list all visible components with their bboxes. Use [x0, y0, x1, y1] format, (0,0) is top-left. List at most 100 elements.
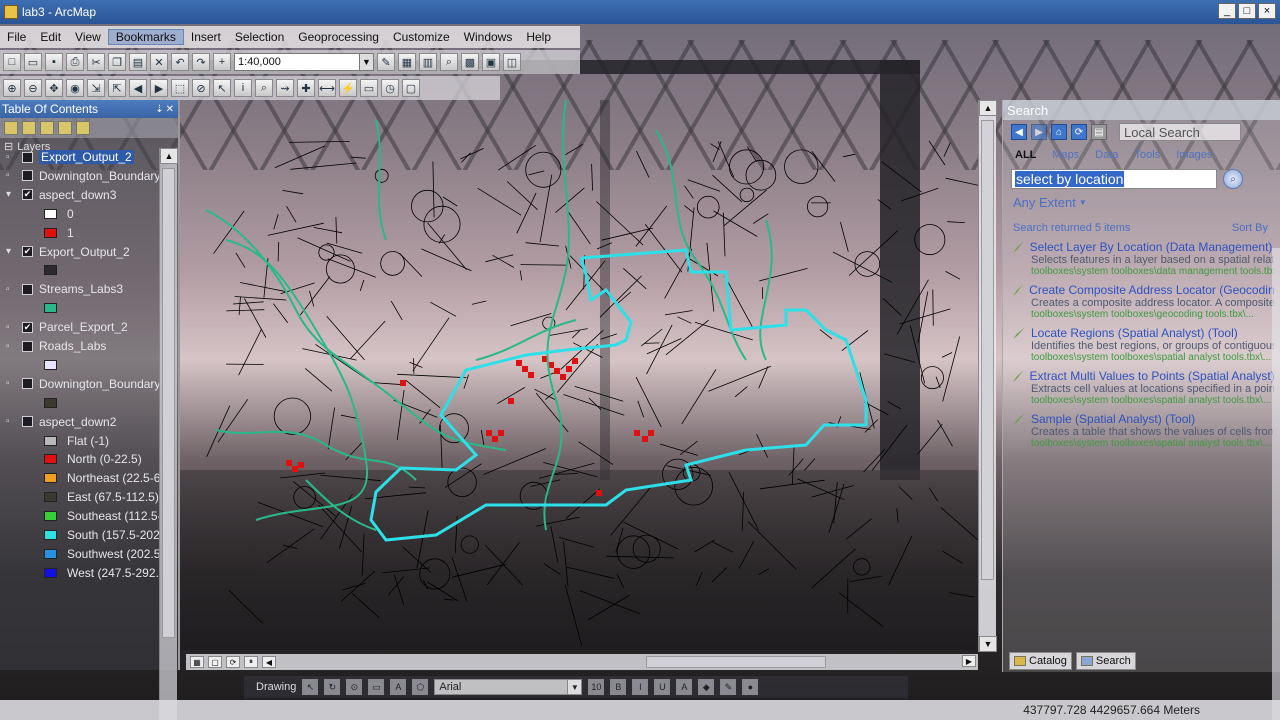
search-results-scrollbar[interactable]	[1272, 248, 1280, 720]
results-count[interactable]: Search returned 5 items	[1013, 222, 1130, 234]
legend-swatch[interactable]	[44, 530, 57, 540]
back-extent-icon[interactable]: ◀	[129, 79, 147, 97]
toc-layer[interactable]: ▫ ✔ Parcel_Export_2	[6, 318, 128, 336]
toc-legend-item[interactable]: South (157.5-202.5)	[44, 526, 160, 544]
arctoolbox-icon[interactable]: ▩	[461, 53, 479, 71]
collapse-icon[interactable]: ▾	[6, 189, 16, 200]
legend-swatch[interactable]	[44, 548, 57, 559]
category-all[interactable]: ALL	[1015, 149, 1036, 161]
toc-legend-item[interactable]: East (67.5-112.5)	[44, 488, 159, 506]
toc-legend-item[interactable]: Northeast (22.5-67.5)	[44, 469, 160, 487]
toc-legend-item[interactable]: West (247.5-292.5)	[44, 564, 160, 582]
save-icon[interactable]: ▪	[45, 53, 63, 71]
category-maps[interactable]: Maps	[1052, 149, 1079, 161]
html-popup-icon[interactable]: ▭	[360, 79, 378, 97]
time-slider-icon[interactable]: ◷	[381, 79, 399, 97]
zoom-to-selected-icon[interactable]: ⊙	[346, 679, 363, 695]
home-icon[interactable]: ⌂	[1051, 124, 1067, 140]
rotate-icon[interactable]: ↻	[324, 679, 341, 695]
go-to-xy-icon[interactable]: ✚	[297, 79, 315, 97]
tab-search[interactable]: Search	[1075, 652, 1136, 670]
list-by-source-icon[interactable]	[22, 121, 36, 135]
line-color-icon[interactable]: ✎	[720, 679, 737, 695]
expand-icon[interactable]: ▫	[6, 170, 16, 181]
search-result[interactable]: Extract Multi Values to Points (Spatial …	[1003, 367, 1280, 410]
new-document-icon[interactable]: □	[3, 53, 21, 71]
menu-bookmarks[interactable]: Bookmarks	[107, 29, 184, 45]
menu-help[interactable]: Help	[519, 30, 558, 44]
measure-icon[interactable]: ⟷	[318, 79, 336, 97]
font-dropdown[interactable]: Arial ▼	[434, 679, 583, 695]
zoom-out-icon[interactable]: ⊖	[24, 79, 42, 97]
maximize-button[interactable]: □	[1238, 3, 1256, 19]
toc-legend-item[interactable]: Southeast (112.5-157.5)	[44, 507, 160, 525]
python-window-icon[interactable]: ▣	[482, 53, 500, 71]
collapse-icon[interactable]: ▾	[6, 246, 16, 257]
font-color-icon[interactable]: A	[676, 679, 693, 695]
layer-visibility-checkbox[interactable]	[22, 151, 33, 163]
font-size-icon[interactable]: 10	[588, 679, 605, 695]
legend-swatch[interactable]	[44, 227, 57, 238]
scroll-up-icon[interactable]: ▲	[979, 100, 997, 116]
pause-drawing-icon[interactable]: ⏸	[244, 656, 258, 668]
search-result[interactable]: Create Composite Address Locator (Geocod…	[1003, 281, 1280, 324]
add-data-icon[interactable]: +	[213, 53, 231, 71]
menu-view[interactable]: View	[68, 30, 108, 44]
expand-icon[interactable]: ▫	[6, 322, 16, 333]
legend-swatch[interactable]	[44, 359, 57, 370]
menu-selection[interactable]: Selection	[228, 30, 291, 44]
menu-edit[interactable]: Edit	[33, 30, 68, 44]
menu-geoprocessing[interactable]: Geoprocessing	[291, 30, 386, 44]
layer-visibility-checkbox[interactable]: ✔	[22, 321, 33, 333]
create-viewer-icon[interactable]: ▢	[402, 79, 420, 97]
search-window-icon[interactable]: ⌕	[440, 53, 458, 71]
scroll-up-icon[interactable]: ▲	[160, 148, 178, 164]
tab-catalog[interactable]: Catalog	[1009, 652, 1072, 670]
hyperlink-icon[interactable]: ⚡	[339, 79, 357, 97]
toc-layer[interactable]: ▾ ✔ Export_Output_2	[6, 243, 130, 261]
delete-icon[interactable]: ✕	[150, 53, 168, 71]
italic-icon[interactable]: I	[632, 679, 649, 695]
fixed-zoom-out-icon[interactable]: ⇱	[108, 79, 126, 97]
paste-icon[interactable]: ▤	[129, 53, 147, 71]
marker-color-icon[interactable]: ●	[742, 679, 759, 695]
expand-icon[interactable]: ▫	[6, 341, 16, 352]
refresh-icon[interactable]: ⟳	[1071, 124, 1087, 140]
horizontal-scroll-thumb[interactable]	[646, 656, 826, 668]
legend-swatch[interactable]	[44, 454, 57, 465]
search-result-path[interactable]: toolboxes\system toolboxes\data manageme…	[1031, 266, 1274, 277]
menu-insert[interactable]: Insert	[184, 30, 228, 44]
layer-visibility-checkbox[interactable]	[22, 283, 33, 295]
search-result-path[interactable]: toolboxes\system toolboxes\spatial analy…	[1031, 395, 1274, 406]
copy-icon[interactable]: ❐	[108, 53, 126, 71]
map-display[interactable]	[186, 100, 978, 652]
list-by-visibility-icon[interactable]	[40, 121, 54, 135]
search-result-title[interactable]: Select Layer By Location (Data Managemen…	[1013, 240, 1274, 254]
legend-swatch[interactable]	[44, 435, 57, 446]
full-extent-icon[interactable]: ◉	[66, 79, 84, 97]
toc-legend-item[interactable]: Flat (-1)	[44, 432, 109, 450]
map-scale-dropdown[interactable]: 1:40,000 ▼	[234, 53, 374, 71]
list-by-drawing-order-icon[interactable]	[4, 121, 18, 135]
search-go-icon[interactable]: ⌕	[1223, 169, 1243, 189]
cut-icon[interactable]: ✂	[87, 53, 105, 71]
identify-icon[interactable]: i	[234, 79, 252, 97]
layer-visibility-checkbox[interactable]	[22, 378, 33, 390]
toc-layer[interactable]: ▫ Streams_Labs3	[6, 280, 123, 298]
legend-swatch[interactable]	[44, 473, 57, 484]
search-result-title[interactable]: Create Composite Address Locator (Geocod…	[1013, 283, 1274, 297]
search-result-path[interactable]: toolboxes\system toolboxes\geocoding too…	[1031, 309, 1274, 320]
forward-arrow-icon[interactable]: ▶	[1031, 124, 1047, 140]
toc-legend-item[interactable]	[44, 261, 67, 279]
local-search-dropdown[interactable]: Local Search	[1119, 123, 1241, 141]
scroll-left-icon[interactable]: ◀	[262, 656, 276, 668]
search-result-title[interactable]: Sample (Spatial Analyst) (Tool)	[1013, 412, 1274, 426]
layer-visibility-checkbox[interactable]	[22, 340, 33, 352]
expand-icon[interactable]: ▫	[6, 152, 16, 163]
search-result[interactable]: Sample (Spatial Analyst) (Tool) Creates a…	[1003, 410, 1280, 453]
expand-icon[interactable]: ▫	[6, 284, 16, 295]
category-tools[interactable]: Tools	[1135, 149, 1161, 161]
editor-toolbar-icon[interactable]: ✎	[377, 53, 395, 71]
menu-windows[interactable]: Windows	[457, 30, 520, 44]
toc-window-icon[interactable]: ▦	[398, 53, 416, 71]
